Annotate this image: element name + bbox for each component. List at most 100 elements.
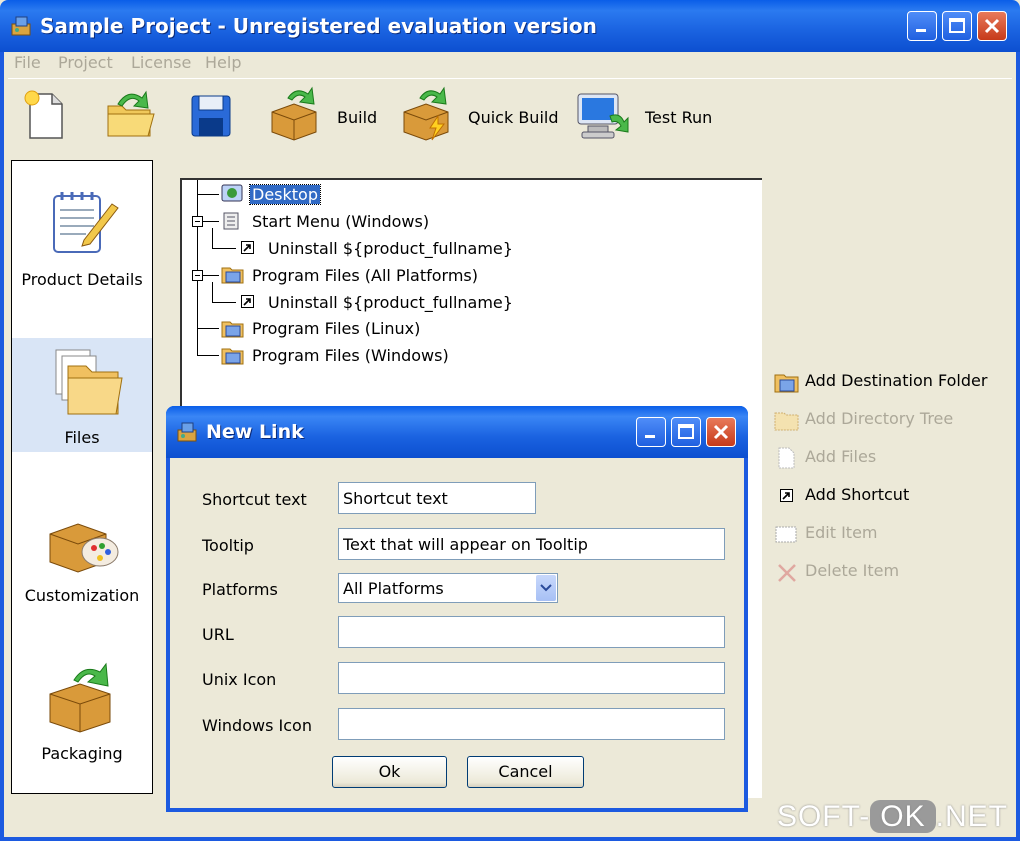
menu-help[interactable]: Help — [205, 53, 241, 72]
add-destination-folder-label: Add Destination Folder — [805, 371, 988, 390]
nav-item-files[interactable]: Files — [12, 338, 152, 452]
desktop-icon — [221, 184, 243, 208]
cancel-button[interactable]: Cancel — [467, 756, 584, 788]
tree-line — [212, 248, 236, 249]
directory-tree-icon — [774, 412, 799, 431]
folder-files-icon — [55, 349, 123, 415]
nav-item-product-details[interactable]: Product Details — [12, 178, 152, 328]
collapse-toggle[interactable] — [192, 270, 203, 281]
tree-line — [197, 328, 219, 329]
shortcut-text-input[interactable] — [338, 482, 536, 514]
platforms-label: Platforms — [202, 580, 278, 599]
platforms-select[interactable]: All Platforms — [338, 573, 558, 603]
new-project-button[interactable] — [20, 86, 72, 150]
shortcut-text-label: Shortcut text — [202, 490, 307, 509]
chevron-down-icon[interactable] — [536, 575, 556, 601]
menu-license[interactable]: License — [131, 53, 191, 72]
quick-build-box-icon — [403, 86, 449, 141]
dialog-body: Shortcut text Tooltip Platforms All Plat… — [170, 458, 744, 808]
app-icon — [10, 15, 32, 37]
tree-item-program-files-linux[interactable]: Program Files (Linux) — [252, 319, 420, 338]
tree-line — [197, 355, 219, 356]
tree-line — [197, 194, 219, 195]
start-menu-icon — [222, 211, 244, 235]
tree-item-desktop[interactable]: Desktop — [249, 184, 321, 205]
build-button[interactable]: Build — [337, 108, 377, 127]
program-folder-icon — [221, 345, 245, 369]
program-folder-icon — [221, 264, 245, 288]
open-project-button[interactable] — [102, 86, 158, 150]
tree-item-uninstall-start-menu[interactable]: Uninstall ${product_fullname} — [268, 239, 513, 258]
close-icon — [713, 424, 729, 440]
test-run-button[interactable]: Test Run — [645, 108, 712, 127]
maximize-icon — [678, 424, 694, 439]
dialog-minimize-button[interactable] — [636, 417, 666, 447]
quick-build-button-icon-wrap[interactable] — [398, 86, 454, 150]
url-input[interactable] — [338, 616, 725, 648]
nav-item-customization[interactable]: Customization — [12, 500, 152, 650]
destination-folder-icon — [774, 374, 799, 393]
monitor-run-icon — [577, 93, 629, 139]
tree-line — [197, 180, 198, 356]
dialog-title-bar[interactable]: New Link — [166, 406, 748, 458]
close-icon — [984, 18, 1000, 34]
notepad-pencil-icon — [53, 192, 119, 253]
tree-item-program-files-windows[interactable]: Program Files (Windows) — [252, 346, 449, 365]
tooltip-label: Tooltip — [202, 536, 254, 555]
build-button-icon-wrap[interactable] — [266, 86, 322, 150]
maximize-button[interactable] — [942, 11, 972, 41]
windows-icon-label: Windows Icon — [202, 716, 312, 735]
collapse-toggle[interactable] — [192, 216, 203, 227]
dialog-maximize-button[interactable] — [671, 417, 701, 447]
minimize-icon — [916, 29, 926, 32]
menu-file[interactable]: File — [14, 53, 41, 72]
tree-line — [212, 228, 213, 248]
platforms-selected-value: All Platforms — [343, 579, 444, 598]
nav-label-files: Files — [64, 428, 100, 447]
nav-label-product-details: Product Details — [21, 270, 143, 289]
new-document-icon — [24, 90, 63, 139]
close-button[interactable] — [977, 11, 1007, 41]
shortcut-icon — [241, 241, 254, 254]
ok-button[interactable]: Ok — [332, 756, 447, 788]
minimize-button[interactable] — [907, 11, 937, 41]
build-box-icon — [271, 86, 317, 141]
shortcut-icon — [241, 295, 254, 308]
tooltip-input[interactable] — [338, 528, 725, 560]
menu-divider — [8, 78, 1012, 79]
program-folder-icon — [221, 318, 245, 342]
dialog-close-button[interactable] — [706, 417, 736, 447]
nav-item-packaging[interactable]: Packaging — [12, 656, 152, 806]
new-link-dialog: New Link Shortcut text Tooltip Platforms… — [166, 406, 748, 812]
open-folder-icon — [107, 90, 155, 137]
unix-icon-label: Unix Icon — [202, 670, 277, 689]
unix-icon-input[interactable] — [338, 662, 725, 694]
tree-line — [212, 282, 213, 302]
nav-label-packaging: Packaging — [41, 744, 123, 763]
save-project-button[interactable] — [186, 86, 238, 150]
add-shortcut-label: Add Shortcut — [805, 485, 910, 504]
files-icon — [778, 447, 795, 469]
watermark: SOFT- OK .NET — [777, 800, 1008, 834]
palette-box-icon — [49, 523, 119, 573]
test-run-button-icon-wrap[interactable] — [574, 86, 632, 150]
floppy-disk-icon — [191, 95, 231, 137]
dialog-app-icon — [176, 421, 198, 443]
dialog-title: New Link — [206, 421, 304, 443]
delete-icon — [778, 564, 796, 582]
shortcut-icon — [780, 489, 793, 502]
tree-item-uninstall-program-files[interactable]: Uninstall ${product_fullname} — [268, 293, 513, 312]
url-label: URL — [202, 625, 234, 644]
minimize-icon — [645, 435, 655, 438]
quick-build-button[interactable]: Quick Build — [468, 108, 559, 127]
watermark-suffix: .NET — [935, 800, 1008, 833]
delete-item-label: Delete Item — [805, 561, 900, 580]
menu-project[interactable]: Project — [58, 53, 113, 72]
nav-label-customization: Customization — [24, 586, 140, 605]
maximize-icon — [949, 18, 965, 33]
watermark-ok: OK — [870, 800, 936, 833]
windows-icon-input[interactable] — [338, 708, 725, 740]
tree-item-start-menu[interactable]: Start Menu (Windows) — [252, 212, 429, 231]
main-title-bar[interactable]: Sample Project - Unregistered evaluation… — [0, 0, 1020, 52]
tree-item-program-files-all[interactable]: Program Files (All Platforms) — [252, 266, 478, 285]
